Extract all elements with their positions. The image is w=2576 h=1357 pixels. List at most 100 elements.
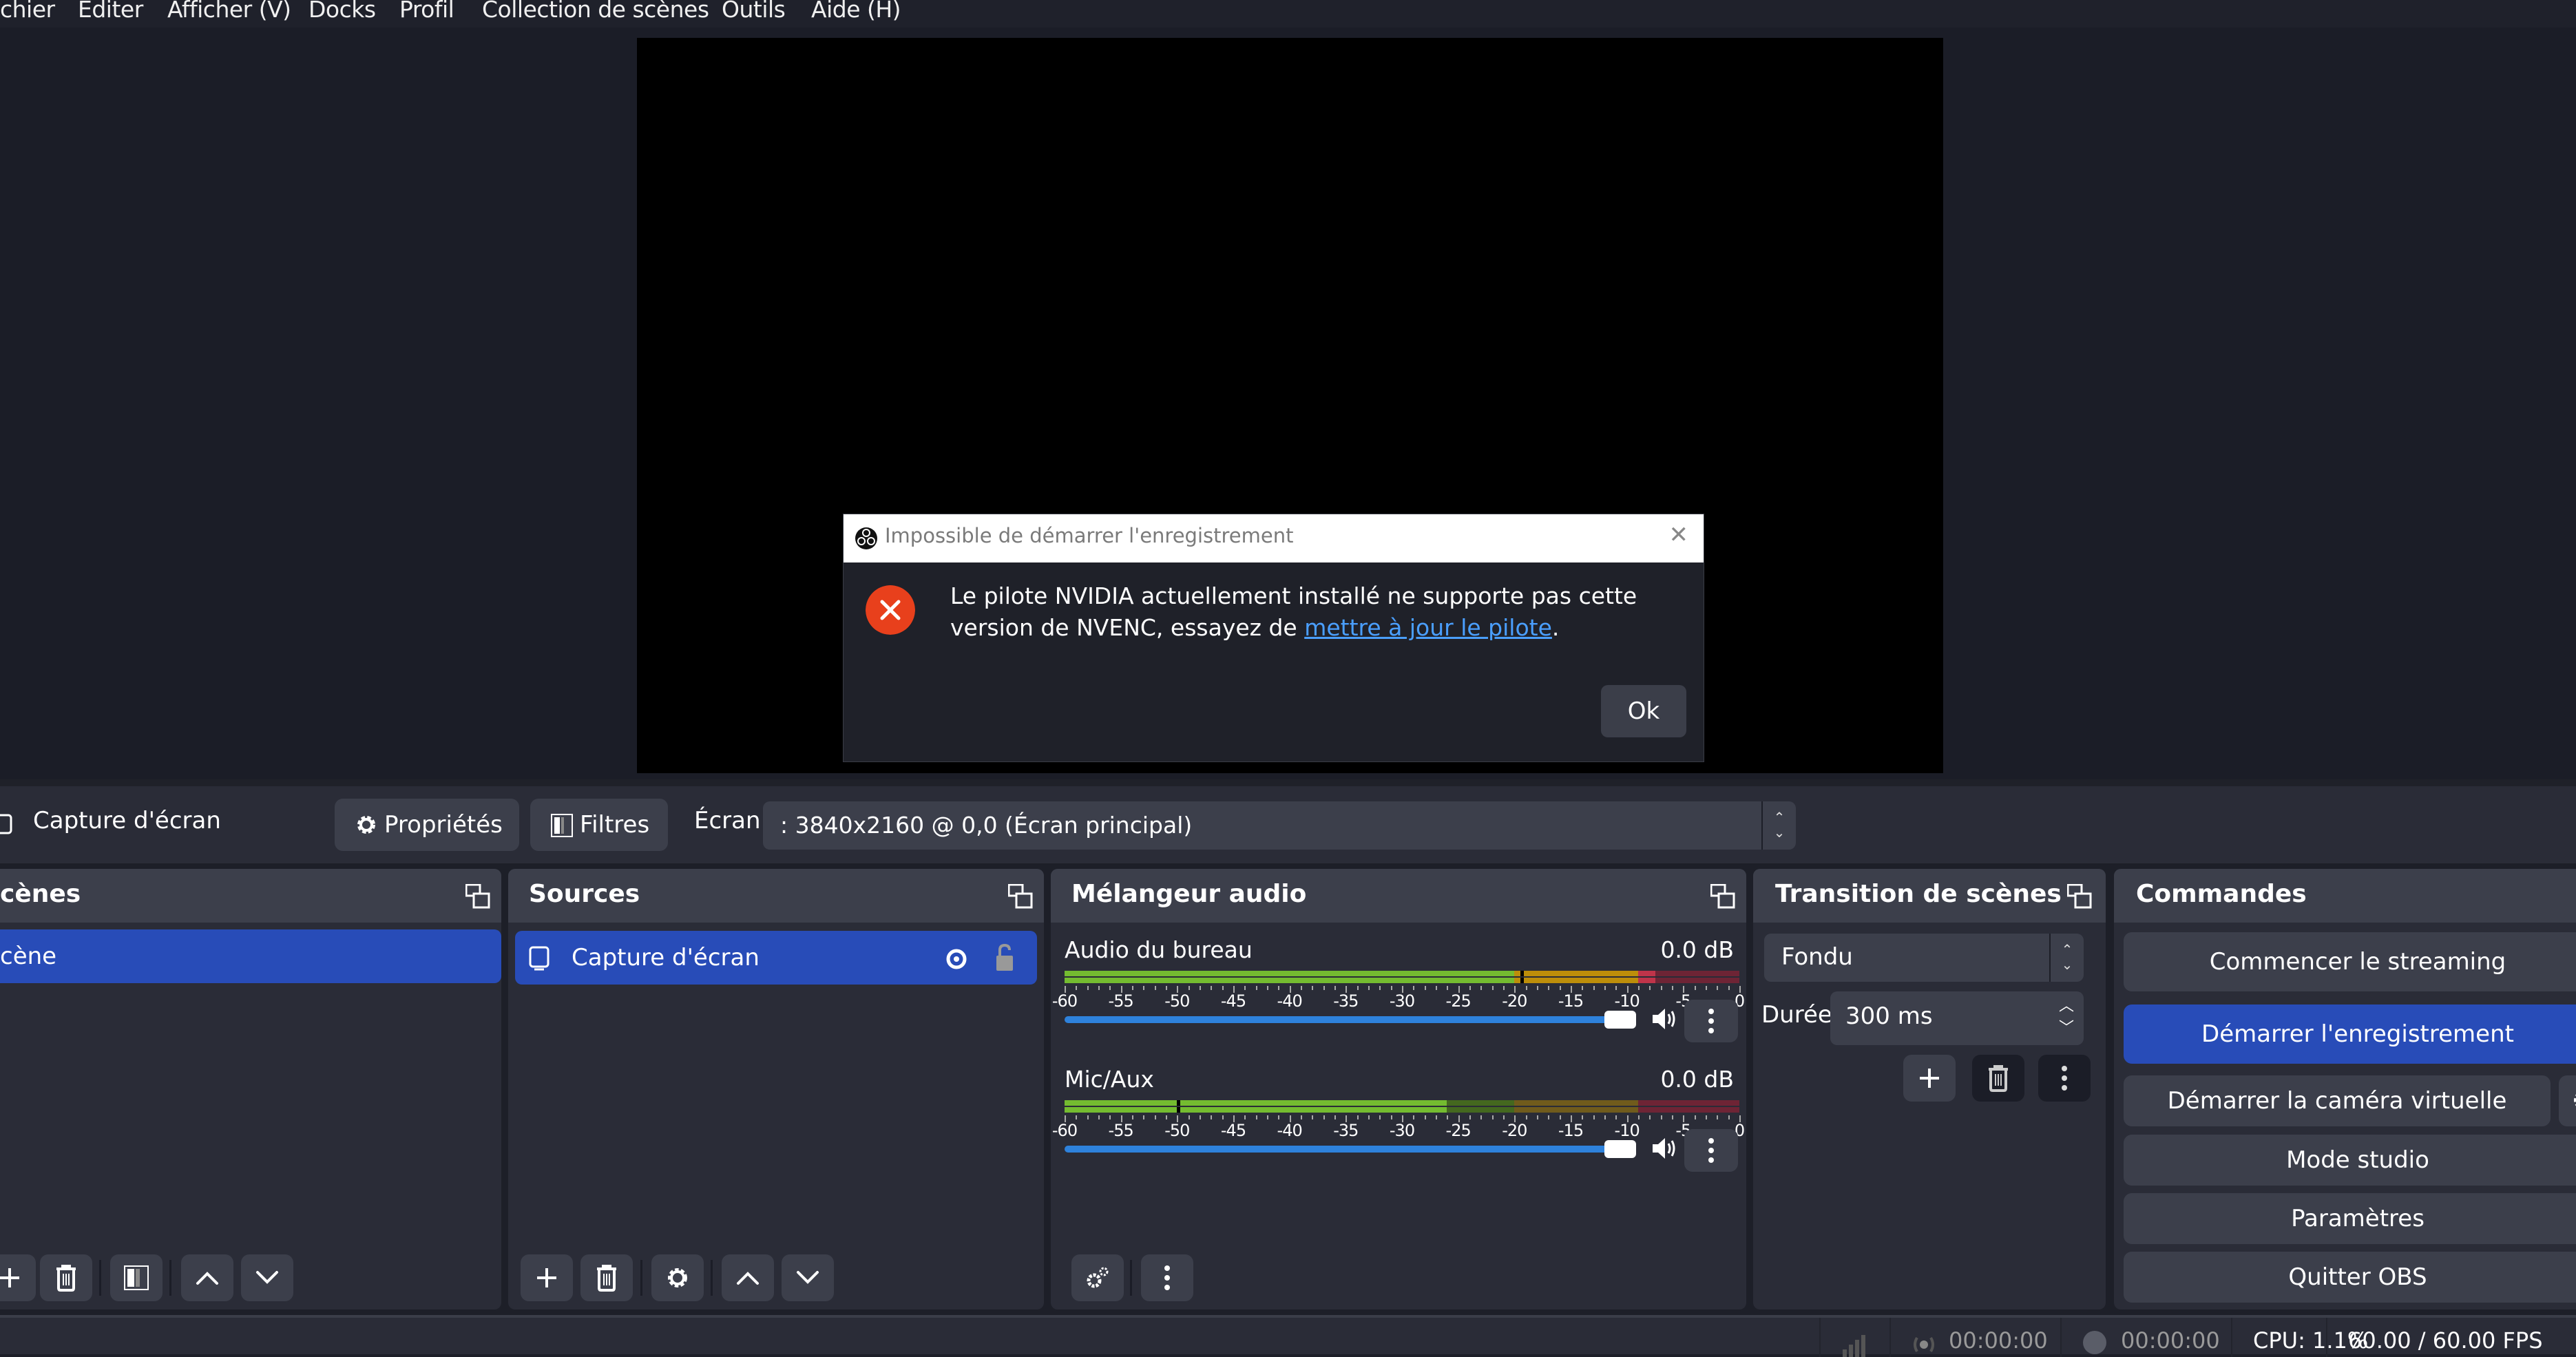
source-item[interactable]: Capture d'écran [515,931,1037,985]
menu-docks[interactable]: Docks [308,0,376,23]
menu-outils[interactable]: Outils [722,0,786,23]
scene-move-down-button[interactable] [241,1254,293,1301]
scale-label: -40 [1277,1121,1303,1140]
scale-tick [1649,1115,1651,1119]
scale-tick [1289,986,1291,993]
start-virtual-camera-button[interactable]: Démarrer la caméra virtuelle [2124,1075,2551,1126]
add-source-button[interactable] [521,1254,573,1301]
menu-afficher[interactable]: Afficher (V) [167,0,291,23]
undock-icon[interactable] [1008,884,1033,909]
scale-label: -45 [1220,1121,1246,1140]
scale-tick [1211,1115,1213,1119]
scale-tick [1604,986,1606,990]
volume-slider[interactable] [1065,1146,1636,1153]
speaker-icon[interactable] [1650,1005,1677,1033]
exit-button[interactable]: Quitter OBS [2124,1252,2576,1303]
scale-tick [1604,1115,1606,1119]
scale-tick [1571,1115,1572,1122]
scale-tick [1098,986,1100,990]
selected-source-name: Capture d'écran [33,807,221,834]
remove-source-button[interactable] [580,1254,633,1301]
scale-tick [1211,986,1213,990]
record-time: 00:00:00 [2121,1327,2220,1354]
ok-button[interactable]: Ok [1601,685,1686,737]
scale-tick [1638,986,1640,990]
screen-select[interactable]: : 3840x2160 @ 0,0 (Écran principal) ⌃ ⌄ [763,801,1796,850]
transition-menu-button[interactable] [2038,1055,2091,1102]
update-driver-link[interactable]: mettre à jour le pilote [1304,614,1552,641]
settings-button[interactable]: Paramètres [2124,1193,2576,1244]
channel-db: 0.0 dB [1660,936,1734,963]
add-transition-button[interactable] [1903,1055,1956,1102]
transitions-dock: Transition de scènes Fondu ⌃ ⌄ Durée 300 … [1753,869,2106,1309]
mixer-title: Mélangeur audio [1071,880,1307,908]
add-scene-button[interactable] [0,1254,36,1301]
more-vertical-icon [1708,1009,1714,1033]
filters-button[interactable]: Filtres [530,799,668,851]
scene-move-up-button[interactable] [181,1254,233,1301]
scale-tick [1683,986,1685,993]
studio-mode-button[interactable]: Mode studio [2124,1135,2576,1186]
spinbox-arrows-icon[interactable]: ︿ ﹀ [2059,996,2074,1040]
advanced-audio-button[interactable] [1071,1254,1124,1301]
channel-name: Audio du bureau [1065,936,1253,963]
volume-meter [1051,978,1746,983]
undock-icon[interactable] [2067,884,2092,909]
scale-tick [1368,1115,1370,1119]
fps-readout: 60.00 / 60.00 FPS [2348,1327,2543,1354]
start-recording-button[interactable]: Démarrer l'enregistrement [2124,1004,2576,1064]
filter-icon [124,1265,149,1290]
scale-tick [1706,1115,1707,1119]
lock-open-icon[interactable] [994,943,1015,972]
channel-name: Mic/Aux [1065,1066,1154,1093]
speaker-icon[interactable] [1650,1135,1677,1162]
scale-tick [1626,1115,1629,1122]
volume-slider[interactable] [1065,1016,1636,1023]
scale-tick [1469,986,1471,990]
channel-menu-button[interactable] [1684,1000,1738,1042]
scale-tick [1717,986,1719,990]
scale-tick [1109,986,1111,990]
scale-tick [1537,1115,1538,1119]
meter-segment [1638,971,1655,976]
volume-slider-handle[interactable] [1604,1011,1636,1029]
scale-tick [1503,1115,1505,1119]
scene-filters-button[interactable] [110,1254,163,1301]
chevron-down-icon [256,1271,278,1284]
source-move-up-button[interactable] [722,1254,774,1301]
remove-scene-button[interactable] [40,1254,92,1301]
menu-profil[interactable]: Profil [399,0,454,23]
menu-fichier[interactable]: chier [0,0,55,23]
transition-select[interactable]: Fondu ⌃ ⌄ [1764,934,2084,982]
scale-tick [1098,1115,1100,1119]
source-move-down-button[interactable] [782,1254,834,1301]
sources-title: Sources [529,880,640,908]
remove-transition-button[interactable] [1972,1055,2024,1102]
virtual-camera-settings-button[interactable] [2559,1075,2576,1126]
volume-slider-handle[interactable] [1604,1140,1636,1158]
mixer-menu-button[interactable] [1141,1254,1193,1301]
menu-editer[interactable]: Editer [78,0,143,23]
scale-tick [1143,1115,1145,1119]
scale-tick [1436,1115,1437,1119]
duration-spinbox[interactable]: 300 ms ︿ ﹀ [1830,991,2084,1045]
source-properties-button[interactable] [651,1254,704,1301]
visibility-eye-icon[interactable] [945,947,968,971]
start-streaming-button[interactable]: Commencer le streaming [2124,932,2576,991]
menu-collection-scenes[interactable]: Collection de scènes [482,0,709,23]
chevron-down-icon [797,1271,819,1284]
undock-icon[interactable] [1710,884,1735,909]
scale-tick [1739,986,1741,993]
scale-label: -40 [1277,991,1303,1011]
menu-aide[interactable]: Aide (H) [811,0,901,23]
properties-button[interactable]: Propriétés [335,799,519,851]
scene-item[interactable]: cène [0,929,501,983]
dialog-close-button[interactable]: ✕ [1669,521,1689,549]
undock-icon[interactable] [465,884,490,909]
scale-tick [1615,1115,1617,1119]
channel-menu-button[interactable] [1684,1129,1738,1172]
peak-marker [1520,978,1524,983]
filter-icon [551,814,573,837]
scale-tick [1458,986,1460,993]
scale-label: -45 [1220,991,1246,1011]
